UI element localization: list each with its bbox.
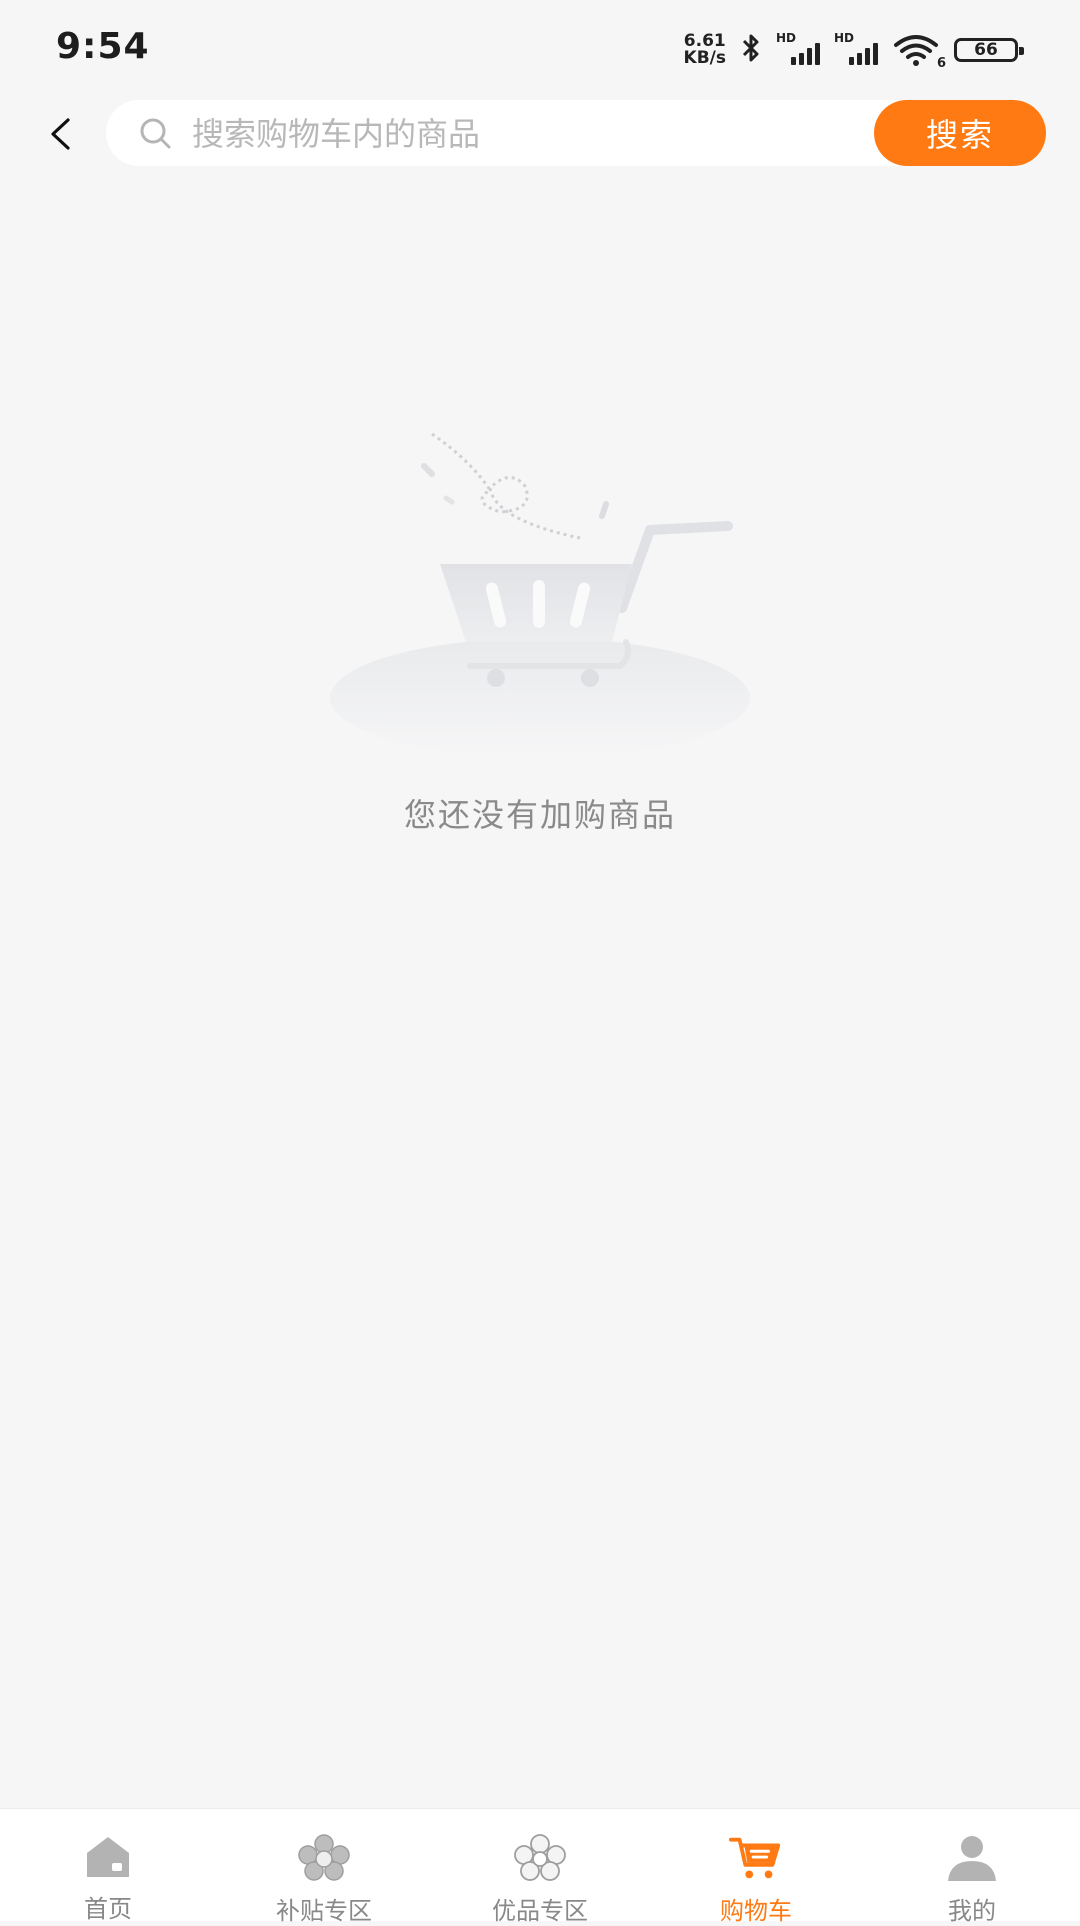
signal-strength-icon-2: HD [834,31,878,65]
tab-label: 购物车 [720,1897,792,1925]
profile-icon [944,1833,1000,1883]
home-icon [80,1833,136,1881]
search-input[interactable] [190,100,754,168]
subsidy-icon [296,1833,352,1883]
tab-quality-goods[interactable]: 优品专区 [432,1809,648,1925]
wifi-icon: 6 [892,33,946,71]
signal-strength-icon-1: HD [776,31,820,65]
battery-indicator: 66 [954,38,1024,62]
search-icon [140,118,171,149]
network-speed-unit: KB/s [683,48,726,68]
tab-label: 我的 [948,1897,996,1925]
status-time: 9:54 [56,26,150,67]
tab-label: 优品专区 [492,1897,588,1925]
wifi-label: 6 [936,56,946,71]
tab-subsidy[interactable]: 补贴专区 [216,1809,432,1925]
tab-label: 补贴专区 [276,1897,372,1925]
bottom-tab-bar: 首页 补贴专区 优品专区 购物车 我的 [0,1808,1080,1925]
tab-profile[interactable]: 我的 [864,1809,1080,1925]
tab-home[interactable]: 首页 [0,1809,216,1923]
bluetooth-icon [740,32,762,68]
cart-icon [728,1833,784,1883]
tab-label: 首页 [84,1895,132,1923]
signal-hd-label: HD [834,31,855,45]
network-speed: 6.61 KB/s [684,33,726,67]
quality-goods-icon [512,1833,568,1883]
status-bar: 9:54 6.61 KB/s HD HD 6 66 [0,0,1080,100]
empty-cart-illustration [330,432,750,758]
search-button[interactable]: 搜索 [874,100,1046,166]
tab-cart[interactable]: 购物车 [648,1809,864,1925]
chevron-left-icon [51,118,70,150]
status-icons: 6.61 KB/s HD HD 6 66 [684,26,1024,74]
empty-cart-message: 您还没有加购商品 [403,796,676,834]
back-button[interactable] [40,108,80,160]
signal-hd-label: HD [776,31,797,45]
